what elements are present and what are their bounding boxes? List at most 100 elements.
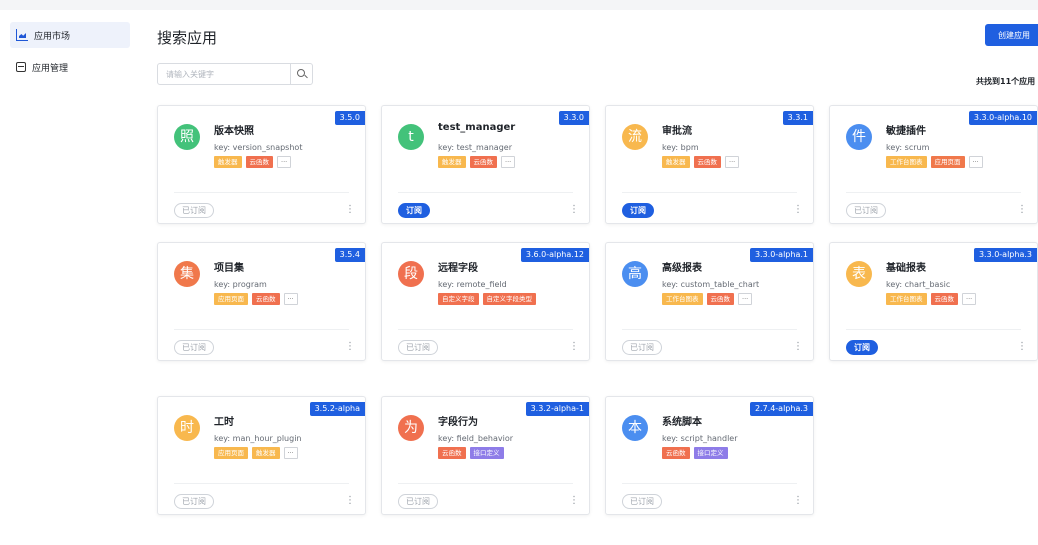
app-key: key: test_manager xyxy=(438,143,512,152)
sidebar: 应用市场 应用管理 xyxy=(0,10,140,545)
version-badge: 3.3.0-alpha.1 xyxy=(749,248,813,262)
subscribe-button[interactable]: 订阅 xyxy=(846,340,878,355)
more-options-icon[interactable]: ⋮ xyxy=(345,203,355,217)
app-name: 工时 xyxy=(214,417,234,428)
tag: 应用页面 xyxy=(930,156,965,168)
more-tags-button[interactable]: ··· xyxy=(283,447,298,459)
subscribe-button[interactable]: 已订阅 xyxy=(398,494,438,509)
result-count: 共找到11个应用 xyxy=(976,77,1036,86)
subscribe-button[interactable]: 已订阅 xyxy=(174,494,214,509)
app-name: 审批流 xyxy=(662,126,692,137)
subscribe-button[interactable]: 已订阅 xyxy=(398,340,438,355)
app-avatar: 时 xyxy=(174,415,200,441)
app-card[interactable]: 3.5.0 照 版本快照 key: version_snapshot 触发器 云函… xyxy=(157,105,366,224)
more-options-icon[interactable]: ⋮ xyxy=(345,340,355,354)
app-key: key: bpm xyxy=(662,143,699,152)
tag-list: 云函数 接口定义 xyxy=(438,447,504,459)
more-tags-button[interactable]: ··· xyxy=(962,293,977,305)
more-tags-button[interactable]: ··· xyxy=(277,156,292,168)
more-options-icon[interactable]: ⋮ xyxy=(569,203,579,217)
box-icon xyxy=(16,62,26,72)
tag-list: 自定义字段 自定义字段类型 xyxy=(438,293,536,305)
version-badge: 3.3.0-alpha.10 xyxy=(968,111,1037,125)
app-name: 系统脚本 xyxy=(662,417,702,428)
subscribe-button[interactable]: 已订阅 xyxy=(174,340,214,355)
version-badge: 2.7.4-alpha.3 xyxy=(749,402,813,416)
app-key: key: version_snapshot xyxy=(214,143,303,152)
divider xyxy=(846,192,1021,193)
more-tags-button[interactable]: ··· xyxy=(968,156,983,168)
more-tags-button[interactable]: ··· xyxy=(501,156,516,168)
app-name: 项目集 xyxy=(214,263,244,274)
version-badge: 3.3.0 xyxy=(558,111,589,125)
search-icon[interactable] xyxy=(290,64,312,84)
more-tags-button[interactable]: ··· xyxy=(283,293,298,305)
app-key: key: field_behavior xyxy=(438,434,514,443)
app-name: 高级报表 xyxy=(662,263,702,274)
tag: 自定义字段类型 xyxy=(482,293,536,305)
app-key: key: chart_basic xyxy=(886,280,951,289)
app-card[interactable]: 3.3.1 流 审批流 key: bpm 触发器 云函数 ··· 订阅 ⋮ xyxy=(605,105,814,224)
app-avatar: 高 xyxy=(622,261,648,287)
subscribe-button[interactable]: 订阅 xyxy=(398,203,430,218)
subscribe-button[interactable]: 订阅 xyxy=(622,203,654,218)
tag: 触发器 xyxy=(214,156,242,168)
divider xyxy=(174,483,349,484)
tag: 云函数 xyxy=(469,156,497,168)
app-avatar: 集 xyxy=(174,261,200,287)
sidebar-item-app-market[interactable]: 应用市场 xyxy=(10,22,130,48)
more-options-icon[interactable]: ⋮ xyxy=(569,494,579,508)
more-options-icon[interactable]: ⋮ xyxy=(793,203,803,217)
tag: 接口定义 xyxy=(469,447,504,459)
tag: 云函数 xyxy=(930,293,958,305)
more-options-icon[interactable]: ⋮ xyxy=(569,340,579,354)
divider xyxy=(174,329,349,330)
more-options-icon[interactable]: ⋮ xyxy=(1017,203,1027,217)
divider xyxy=(398,192,573,193)
page-title: 搜索应用 xyxy=(157,29,218,47)
app-card[interactable]: 3.3.0-alpha.10 件 敏捷插件 key: scrum 工作台图表 应用… xyxy=(829,105,1038,224)
subscribe-button[interactable]: 已订阅 xyxy=(622,340,662,355)
sidebar-item-label: 应用管理 xyxy=(32,63,69,74)
search-input[interactable] xyxy=(158,69,290,79)
more-options-icon[interactable]: ⋮ xyxy=(793,494,803,508)
app-key: key: custom_table_chart xyxy=(662,280,760,289)
tag: 触发器 xyxy=(438,156,466,168)
tag: 应用页面 xyxy=(214,293,248,305)
more-options-icon[interactable]: ⋮ xyxy=(1017,340,1027,354)
app-card[interactable]: 3.6.0-alpha.12 段 远程字段 key: remote_field … xyxy=(381,242,590,361)
app-avatar: 段 xyxy=(398,261,424,287)
version-badge: 3.5.4 xyxy=(334,248,365,262)
app-card[interactable]: 3.3.2-alpha-1 为 字段行为 key: field_behavior… xyxy=(381,396,590,515)
sidebar-item-app-management[interactable]: 应用管理 xyxy=(10,54,130,80)
tag-list: 触发器 云函数 ··· xyxy=(662,156,740,168)
app-key: key: script_handler xyxy=(662,434,738,443)
tag: 云函数 xyxy=(438,447,466,459)
create-app-button[interactable]: 创建应用 xyxy=(985,24,1038,46)
app-avatar: 照 xyxy=(174,124,200,150)
tag-list: 云函数 接口定义 xyxy=(662,447,728,459)
subscribe-button[interactable]: 已订阅 xyxy=(174,203,214,218)
app-card[interactable]: 3.3.0-alpha.3 表 基础报表 key: chart_basic 工作… xyxy=(829,242,1038,361)
tag: 云函数 xyxy=(706,293,734,305)
app-card[interactable]: 3.3.0-alpha.1 高 高级报表 key: custom_table_c… xyxy=(605,242,814,361)
more-tags-button[interactable]: ··· xyxy=(725,156,740,168)
app-avatar: 件 xyxy=(846,124,872,150)
subscribe-button[interactable]: 已订阅 xyxy=(846,203,886,218)
tag: 云函数 xyxy=(662,447,690,459)
divider xyxy=(622,483,797,484)
app-card[interactable]: 3.5.2-alpha 时 工时 key: man_hour_plugin 应用… xyxy=(157,396,366,515)
divider xyxy=(174,192,349,193)
divider xyxy=(622,192,797,193)
subscribe-button[interactable]: 已订阅 xyxy=(622,494,662,509)
app-name: 敏捷插件 xyxy=(886,126,926,137)
app-card[interactable]: 2.7.4-alpha.3 本 系统脚本 key: script_handler… xyxy=(605,396,814,515)
version-badge: 3.5.2-alpha xyxy=(309,402,365,416)
app-card[interactable]: 3.5.4 集 项目集 key: program 应用页面 云函数 ··· 已订阅 … xyxy=(157,242,366,361)
more-options-icon[interactable]: ⋮ xyxy=(793,340,803,354)
more-options-icon[interactable]: ⋮ xyxy=(345,494,355,508)
more-tags-button[interactable]: ··· xyxy=(738,293,753,305)
app-card[interactable]: 3.3.0 t test_manager key: test_manager 触… xyxy=(381,105,590,224)
tag: 应用页面 xyxy=(214,447,248,459)
top-strip xyxy=(0,0,1038,10)
